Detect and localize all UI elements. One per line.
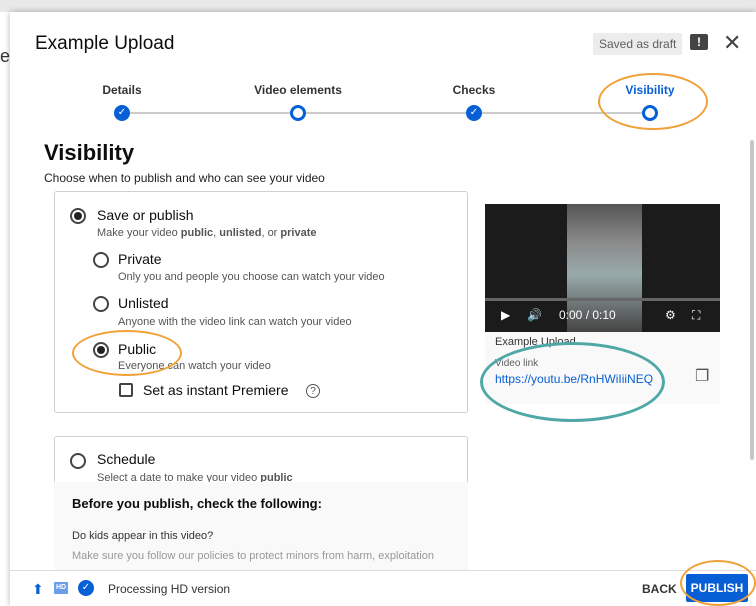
check-icon: ✓	[466, 105, 482, 121]
unlisted-desc: Anyone with the video link can watch you…	[118, 316, 352, 328]
unlisted-title: Unlisted	[118, 295, 169, 311]
video-link-label: Video link	[495, 358, 539, 369]
private-title: Private	[118, 251, 162, 267]
save-publish-radio[interactable]	[70, 208, 86, 224]
step-current-icon	[290, 105, 306, 121]
step-connector	[130, 112, 290, 114]
public-title: Public	[118, 341, 157, 357]
save-publish-card: Save or publish Make your video public, …	[54, 191, 468, 413]
instant-premiere-label: Set as instant Premiere	[143, 382, 289, 398]
private-radio[interactable]	[93, 252, 109, 268]
step-connector	[482, 112, 642, 114]
upload-icon: ⬆	[32, 581, 44, 597]
upload-dialog: Example Upload Saved as draft ! ✕ Detail…	[10, 12, 756, 606]
step-video-elements[interactable]: Video elements	[228, 74, 368, 99]
check-icon: ✓	[114, 105, 130, 121]
video-filename: Example Upload	[495, 336, 576, 348]
desc-private: private	[280, 227, 317, 239]
video-time: 0:00 / 0:10	[559, 308, 616, 322]
step-progress: Details ✓ Video elements Checks ✓ Visibi…	[10, 74, 756, 130]
private-desc: Only you and people you choose can watch…	[118, 271, 385, 283]
visibility-subtitle: Choose when to publish and who can see y…	[44, 171, 325, 185]
desc-text: Make your video	[97, 227, 181, 239]
save-publish-title: Save or publish	[97, 207, 194, 223]
instant-premiere-checkbox[interactable]	[119, 383, 133, 397]
pre-publish-checklist: Before you publish, check the following:…	[54, 482, 468, 570]
step-label: Checks	[452, 83, 496, 97]
checklist-question: Do kids appear in this video?	[72, 530, 214, 542]
video-info: Example Upload Video link https://youtu.…	[485, 332, 720, 404]
step-details[interactable]: Details	[52, 74, 192, 99]
settings-icon[interactable]: ⚙	[665, 308, 676, 322]
desc-unlisted: unlisted	[219, 227, 262, 239]
schedule-radio[interactable]	[70, 453, 86, 469]
video-preview[interactable]: ▶ 🔊 0:00 / 0:10 ⚙ ⛶	[485, 204, 720, 332]
hd-badge: HD	[54, 582, 68, 594]
visibility-heading: Visibility	[44, 140, 135, 165]
step-connector	[306, 112, 466, 114]
back-button[interactable]: BACK	[642, 582, 677, 596]
video-link[interactable]: https://youtu.be/RnHWiIiiNEQ	[495, 372, 653, 386]
visibility-panel: Visibility Choose when to publish and wh…	[10, 130, 756, 570]
backdrop-strip	[0, 0, 756, 12]
public-radio[interactable]	[93, 342, 109, 358]
step-label: Video elements	[254, 83, 342, 97]
public-desc: Everyone can watch your video	[118, 360, 271, 372]
close-icon[interactable]: ✕	[723, 30, 741, 56]
schedule-title: Schedule	[97, 451, 156, 467]
saved-draft-badge: Saved as draft	[593, 33, 683, 55]
checklist-cutoff-text: Make sure you follow our policies to pro…	[72, 550, 434, 562]
publish-button[interactable]: PUBLISH	[686, 574, 748, 602]
unlisted-radio[interactable]	[93, 296, 109, 312]
check-icon: ✓	[78, 580, 94, 596]
feedback-icon[interactable]: !	[690, 34, 708, 50]
video-progress-bar[interactable]	[485, 298, 720, 301]
dialog-title: Example Upload	[35, 33, 175, 54]
fullscreen-icon[interactable]: ⛶	[692, 308, 700, 323]
desc-public: public	[180, 227, 214, 239]
desc-text: , or	[261, 227, 281, 239]
step-checks[interactable]: Checks	[404, 74, 544, 99]
dialog-header: Example Upload Saved as draft ! ✕	[10, 12, 756, 74]
processing-status: Processing HD version	[108, 582, 231, 596]
volume-icon[interactable]: 🔊	[527, 308, 542, 322]
play-icon[interactable]: ▶	[501, 308, 510, 322]
checklist-title: Before you publish, check the following:	[72, 496, 322, 511]
copy-icon[interactable]: ❐	[695, 366, 709, 386]
save-publish-desc: Make your video public, unlisted, or pri…	[97, 227, 316, 239]
step-label: Visibility	[625, 83, 675, 97]
step-visibility[interactable]: Visibility	[580, 74, 720, 99]
help-icon[interactable]: ?	[306, 384, 320, 398]
step-current-icon	[642, 105, 658, 121]
content-scrollbar[interactable]	[750, 140, 754, 460]
step-label: Details	[102, 83, 142, 97]
dialog-footer: ⬆ HD ✓ Processing HD version BACK PUBLIS…	[10, 570, 756, 606]
